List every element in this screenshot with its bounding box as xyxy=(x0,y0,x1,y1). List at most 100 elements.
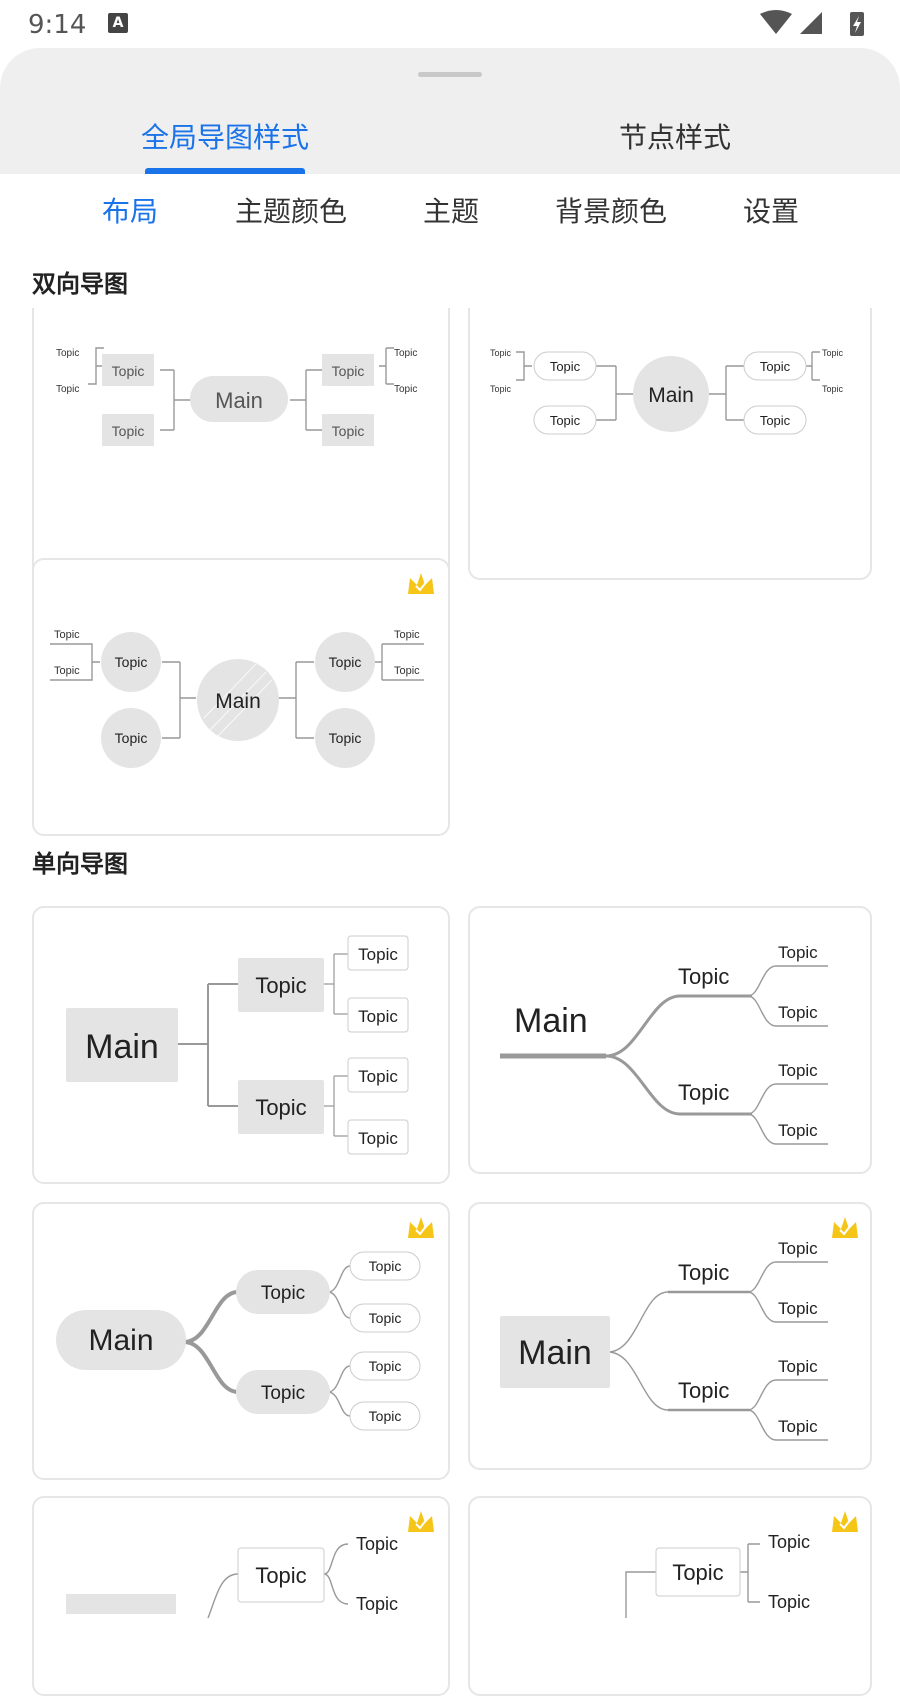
layout-preview: Topic Topic Topic xyxy=(66,1534,398,1619)
premium-crown-icon xyxy=(408,1511,434,1532)
svg-text:Topic: Topic xyxy=(678,1260,729,1285)
layout-preview: Main Topic Topic Topic Topic Topic Topic… xyxy=(490,348,844,435)
svg-text:Topic: Topic xyxy=(490,384,512,394)
svg-text:Topic: Topic xyxy=(358,945,398,964)
svg-text:Topic: Topic xyxy=(550,413,581,428)
svg-text:Topic: Topic xyxy=(394,629,420,641)
svg-text:Topic: Topic xyxy=(672,1560,723,1585)
svg-text:Topic: Topic xyxy=(778,1299,818,1318)
svg-text:Topic: Topic xyxy=(358,1129,398,1148)
layout-preview: Main Topic Topic Topic Topic Topic Topic xyxy=(500,1239,828,1441)
svg-text:Topic: Topic xyxy=(356,1534,398,1554)
drag-handle[interactable] xyxy=(418,72,482,77)
svg-text:Main: Main xyxy=(648,384,694,407)
svg-text:Topic: Topic xyxy=(261,1383,305,1404)
svg-text:Topic: Topic xyxy=(678,1378,729,1403)
section-title-bidirectional: 双向导图 xyxy=(32,270,128,298)
svg-text:Topic: Topic xyxy=(332,363,365,379)
layout-preview: Main Topic Topic Topic Topic Topic Topic xyxy=(500,943,828,1145)
tab-node-style[interactable]: 节点样式 xyxy=(600,116,750,156)
svg-text:Topic: Topic xyxy=(356,1594,398,1614)
svg-text:Topic: Topic xyxy=(778,1121,818,1140)
section-title-unidirectional: 单向导图 xyxy=(32,850,128,878)
subtab-settings[interactable]: 设置 xyxy=(743,190,799,230)
svg-text:Topic: Topic xyxy=(329,654,362,670)
svg-text:Main: Main xyxy=(215,690,261,713)
layout-card-uni-bracket-alt[interactable]: Topic Topic Topic xyxy=(468,1496,872,1696)
layout-preview: Main Topic Topic Topic Topic Topic Topic xyxy=(56,1251,421,1431)
svg-text:Topic: Topic xyxy=(822,384,844,394)
svg-text:Topic: Topic xyxy=(358,1007,398,1026)
sheet-header: 全局导图样式 节点样式 xyxy=(0,48,900,174)
svg-text:Topic: Topic xyxy=(329,730,362,746)
svg-text:Topic: Topic xyxy=(760,413,791,428)
svg-text:Topic: Topic xyxy=(778,943,818,962)
svg-text:Topic: Topic xyxy=(394,665,420,677)
svg-text:Topic: Topic xyxy=(369,1358,402,1374)
layout-card-uni-thin-curve[interactable]: Main Topic Topic Topic Topic Topic Topic xyxy=(468,1202,872,1470)
tab-global-style[interactable]: 全局导图样式 xyxy=(140,116,310,156)
svg-text:Topic: Topic xyxy=(678,964,729,989)
svg-text:Main: Main xyxy=(85,1028,159,1066)
svg-text:Topic: Topic xyxy=(768,1532,810,1552)
layout-preview: Topic Topic Topic xyxy=(625,1532,810,1618)
status-bar: 9:14 A xyxy=(0,0,900,48)
layout-card-bi-bubble[interactable]: Main Topic Topic Topic Topic Topic Topic… xyxy=(32,558,450,836)
svg-text:Topic: Topic xyxy=(369,1258,402,1274)
svg-text:Topic: Topic xyxy=(369,1310,402,1326)
subtab-theme-color[interactable]: 主题颜色 xyxy=(235,190,347,230)
status-icons xyxy=(760,10,864,36)
svg-text:Topic: Topic xyxy=(778,1417,818,1436)
svg-text:Topic: Topic xyxy=(261,1283,305,1304)
svg-text:Topic: Topic xyxy=(822,348,844,358)
premium-crown-icon xyxy=(408,1217,434,1238)
active-tab-indicator xyxy=(145,168,305,174)
svg-text:Topic: Topic xyxy=(678,1080,729,1105)
layout-preview: Main Topic Topic Topic Topic Topic Topic… xyxy=(50,629,424,768)
svg-text:Topic: Topic xyxy=(115,654,148,670)
subtab-background-color[interactable]: 背景颜色 xyxy=(555,190,667,230)
node-main: Main xyxy=(215,388,263,413)
svg-text:Main: Main xyxy=(518,1334,592,1372)
premium-crown-icon xyxy=(832,1217,858,1238)
layout-card-bi-rect[interactable]: Main Topic Topic Topic Topic Topic Topic… xyxy=(32,308,450,588)
layout-card-uni-curve[interactable]: Main Topic Topic Topic Topic Topic Topic xyxy=(468,906,872,1174)
layout-card-uni-pill[interactable]: Main Topic Topic Topic Topic Topic Topic xyxy=(32,1202,450,1480)
svg-text:Main: Main xyxy=(514,1002,588,1040)
svg-text:Topic: Topic xyxy=(768,1592,810,1612)
svg-text:Topic: Topic xyxy=(358,1067,398,1086)
svg-text:Topic: Topic xyxy=(56,384,79,395)
keyboard-indicator-icon: A xyxy=(108,13,128,33)
style-bottom-sheet: 全局导图样式 节点样式 布局 主题颜色 主题 背景颜色 设置 双向导图 Main… xyxy=(0,48,900,1696)
svg-text:Topic: Topic xyxy=(112,363,145,379)
layout-card-bi-circle[interactable]: Main Topic Topic Topic Topic Topic Topic… xyxy=(468,308,872,580)
svg-text:Topic: Topic xyxy=(490,348,512,358)
svg-text:Topic: Topic xyxy=(115,730,148,746)
subtab-layout[interactable]: 布局 xyxy=(102,190,158,230)
layout-preview: Main Topic Topic Topic Topic Topic Topic… xyxy=(56,347,417,446)
svg-text:Topic: Topic xyxy=(394,348,417,359)
premium-crown-icon xyxy=(832,1511,858,1532)
svg-text:Main: Main xyxy=(88,1324,153,1357)
layout-preview: Main Topic Topic Topic Topic Topic Topic xyxy=(66,935,409,1155)
svg-text:Topic: Topic xyxy=(369,1408,402,1424)
svg-text:Topic: Topic xyxy=(255,1095,306,1120)
layout-card-uni-rect[interactable]: Main Topic Topic Topic Topic Topic Topic xyxy=(32,906,450,1184)
subtab-theme[interactable]: 主题 xyxy=(423,190,479,230)
premium-crown-icon xyxy=(408,573,434,594)
wifi-icon xyxy=(760,10,792,34)
layout-card-uni-bracket[interactable]: Topic Topic Topic xyxy=(32,1496,450,1696)
svg-text:Topic: Topic xyxy=(332,423,365,439)
svg-text:Topic: Topic xyxy=(255,1563,306,1588)
svg-text:Topic: Topic xyxy=(56,348,79,359)
svg-text:Topic: Topic xyxy=(778,1357,818,1376)
svg-text:Topic: Topic xyxy=(112,423,145,439)
status-time: 9:14 xyxy=(28,10,87,40)
svg-text:Topic: Topic xyxy=(778,1003,818,1022)
svg-text:Topic: Topic xyxy=(54,665,80,677)
svg-text:Topic: Topic xyxy=(54,629,80,641)
svg-text:Topic: Topic xyxy=(778,1061,818,1080)
svg-text:Topic: Topic xyxy=(550,359,581,374)
cell-signal-icon xyxy=(800,12,822,34)
svg-text:Topic: Topic xyxy=(394,384,417,395)
